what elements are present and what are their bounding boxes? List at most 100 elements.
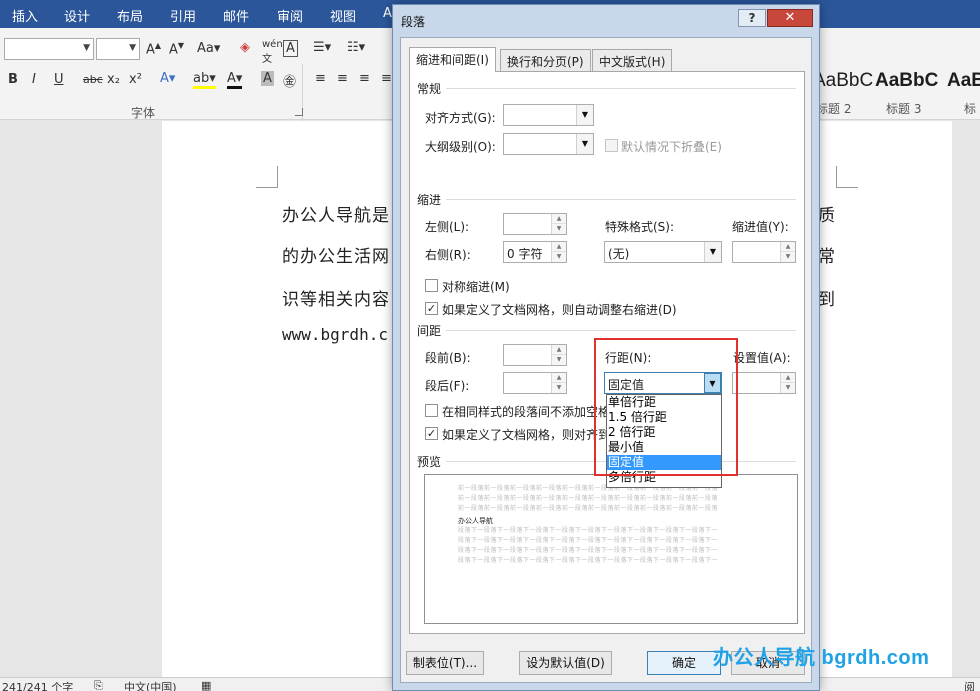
change-case-icon[interactable]: Aa▾: [197, 41, 220, 56]
macro-icon[interactable]: ▦: [201, 679, 211, 691]
ok-button[interactable]: 确定: [647, 651, 721, 675]
indent-by-spinner[interactable]: ▲ ▼: [732, 241, 796, 263]
superscript-button[interactable]: x²: [129, 72, 142, 87]
doc-url-line: www.bgrdh.c: [282, 325, 388, 344]
preview-prev-line: 前一段落前一段落前一段落前一段落前一段落前一段落前一段落前一段落前一段落前一段落: [458, 505, 719, 512]
special-indent-value: (无): [608, 247, 630, 261]
crop-mark: [836, 166, 858, 188]
tab-references[interactable]: 引用: [170, 6, 196, 25]
read-mode-icon[interactable]: 阅: [964, 679, 975, 691]
tab-layout[interactable]: 布局: [117, 6, 143, 25]
chevron-down-icon[interactable]: ▼: [576, 134, 593, 154]
char-border-icon[interactable]: A: [283, 40, 298, 57]
special-indent-label: 特殊格式(S):: [605, 220, 675, 234]
subscript-button[interactable]: x₂: [107, 72, 120, 87]
font-color-icon[interactable]: A▾: [227, 71, 243, 89]
tab-asian-typography[interactable]: 中文版式(H): [592, 49, 673, 71]
word-count[interactable]: 241/241 个字: [2, 679, 73, 691]
spin-down-icon[interactable]: ▼: [552, 355, 566, 365]
mirror-indent-checkbox[interactable]: [425, 279, 438, 292]
preview-box: 前一段落前一段落前一段落前一段落前一段落前一段落前一段落前一段落前一段落前一段落…: [424, 474, 798, 624]
shrink-font-icon[interactable]: A▼: [169, 41, 184, 57]
spin-up-icon[interactable]: ▲: [781, 373, 795, 383]
style-heading2-preview[interactable]: AaBbC: [813, 70, 873, 92]
justify-icon[interactable]: ≡: [381, 71, 392, 86]
spin-down-icon[interactable]: ▼: [552, 224, 566, 234]
spin-down-icon[interactable]: ▼: [552, 252, 566, 262]
clear-format-icon[interactable]: ◈: [240, 40, 250, 55]
set-default-button[interactable]: 设为默认值(D): [519, 651, 612, 675]
tabs-button[interactable]: 制表位(T)...: [406, 651, 484, 675]
auto-adjust-indent-checkbox[interactable]: ✓: [425, 302, 438, 315]
tab-line-page-breaks[interactable]: 换行和分页(P): [500, 49, 591, 71]
strikethrough-button[interactable]: abc: [83, 73, 103, 86]
tab-design[interactable]: 设计: [64, 6, 90, 25]
spin-down-icon[interactable]: ▼: [552, 383, 566, 393]
close-button[interactable]: ✕: [767, 9, 813, 27]
doc-line-1-end: 质: [818, 206, 835, 226]
align-right-icon[interactable]: ≡: [359, 71, 370, 86]
tab-more[interactable]: A: [383, 6, 392, 21]
spin-up-icon[interactable]: ▲: [552, 242, 566, 252]
style-heading2-name: 标题 2: [816, 102, 852, 116]
spin-down-icon[interactable]: ▼: [781, 383, 795, 393]
spin-up-icon[interactable]: ▲: [552, 373, 566, 383]
spin-down-icon[interactable]: ▼: [781, 252, 795, 262]
font-name-combo[interactable]: ▼: [4, 38, 94, 60]
space-after-spinner[interactable]: ▲ ▼: [503, 372, 567, 394]
line-spacing-at-spinner[interactable]: ▲ ▼: [732, 372, 796, 394]
snap-to-grid-checkbox[interactable]: ✓: [425, 427, 438, 440]
help-button[interactable]: ?: [738, 9, 766, 27]
spin-up-icon[interactable]: ▲: [552, 345, 566, 355]
spinner-buttons[interactable]: ▲ ▼: [551, 345, 566, 365]
style-heading3-preview[interactable]: AaBbC: [875, 70, 938, 92]
font-size-combo[interactable]: ▼: [96, 38, 140, 60]
spinner-buttons[interactable]: ▲ ▼: [780, 242, 795, 262]
bullets-icon[interactable]: ☰▾: [313, 40, 331, 55]
char-shading-icon[interactable]: A: [261, 71, 274, 86]
alignment-select[interactable]: ▼: [503, 104, 594, 126]
align-center-icon[interactable]: ≡: [337, 71, 348, 86]
highlight-color-icon[interactable]: ab▾: [193, 71, 216, 89]
spinner-buttons[interactable]: ▲ ▼: [551, 242, 566, 262]
chevron-down-icon[interactable]: ▼: [576, 105, 593, 125]
bold-button[interactable]: B: [8, 72, 18, 87]
enclose-char-icon[interactable]: ㊎: [283, 71, 296, 90]
tab-insert[interactable]: 插入: [12, 6, 38, 25]
indent-right-value: 0 字符: [507, 247, 543, 261]
special-indent-select[interactable]: (无) ▼: [604, 241, 722, 263]
chevron-down-icon: ▼: [129, 43, 136, 53]
alignment-label: 对齐方式(G):: [425, 111, 496, 125]
space-before-spinner[interactable]: ▲ ▼: [503, 344, 567, 366]
numbering-icon[interactable]: ☷▾: [347, 40, 365, 55]
spinner-buttons[interactable]: ▲ ▼: [551, 373, 566, 393]
italic-button[interactable]: I: [32, 72, 36, 87]
dialog-launcher-icon[interactable]: [295, 108, 303, 116]
collapse-default-label: 默认情况下折叠(E): [621, 140, 722, 154]
grow-font-icon[interactable]: A▲: [146, 41, 161, 57]
align-left-icon[interactable]: ≡: [315, 71, 326, 86]
outline-level-select[interactable]: ▼: [503, 133, 594, 155]
tab-mailings[interactable]: 邮件: [223, 6, 249, 25]
tab-review[interactable]: 审阅: [277, 6, 303, 25]
spin-up-icon[interactable]: ▲: [781, 242, 795, 252]
spin-up-icon[interactable]: ▲: [552, 214, 566, 224]
no-space-same-style-label: 在相同样式的段落间不添加空格: [442, 405, 611, 419]
text-effects-icon[interactable]: A▾: [160, 71, 175, 86]
collapse-default-checkbox[interactable]: [605, 139, 618, 152]
indent-right-spinner[interactable]: 0 字符 ▲ ▼: [503, 241, 567, 263]
spinner-buttons[interactable]: ▲ ▼: [551, 214, 566, 234]
spinner-buttons[interactable]: ▲ ▼: [780, 373, 795, 393]
chevron-down-icon[interactable]: ▼: [704, 242, 721, 262]
tab-view[interactable]: 视图: [330, 6, 356, 25]
phonetic-guide-icon[interactable]: wén 文: [262, 39, 283, 65]
tab-indents-spacing[interactable]: 缩进和间距(I): [409, 47, 496, 72]
outline-level-label: 大纲级别(O):: [425, 140, 496, 154]
style-title-preview[interactable]: AaBb: [947, 70, 980, 92]
underline-button[interactable]: U: [54, 72, 64, 87]
language-indicator[interactable]: 中文(中国): [124, 679, 177, 691]
indent-left-spinner[interactable]: ▲ ▼: [503, 213, 567, 235]
proofing-icon[interactable]: ⎘: [94, 679, 103, 691]
no-space-same-style-checkbox[interactable]: [425, 404, 438, 417]
preview-prev-line: 前一段落前一段落前一段落前一段落前一段落前一段落前一段落前一段落前一段落前一段落: [458, 495, 719, 502]
